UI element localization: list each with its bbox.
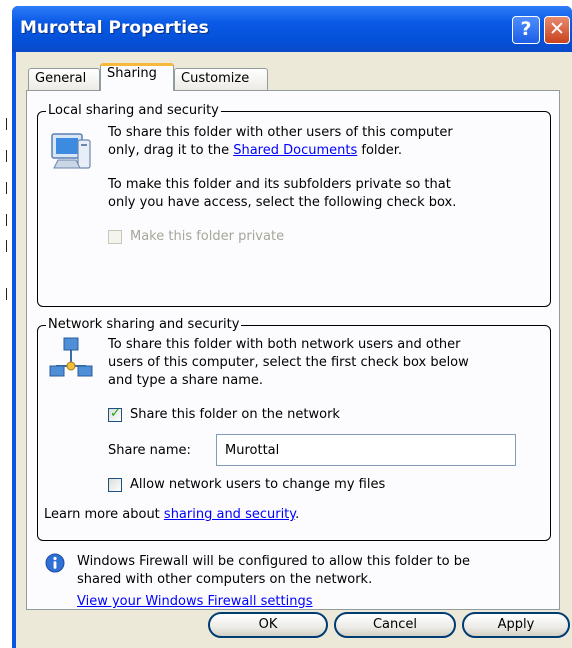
local-sharing-group: Local sharing and security To share this… — [37, 103, 551, 307]
dialog-client-area: General Sharing Customize Local sharing … — [16, 52, 572, 648]
window-title: Murottal Properties — [20, 18, 209, 38]
help-button[interactable]: ? — [512, 16, 540, 44]
learn-more-line: Learn more about sharing and security. — [44, 506, 299, 524]
shared-documents-link[interactable]: Shared Documents — [233, 143, 357, 158]
share-name-input[interactable] — [216, 434, 516, 466]
network-info-line3: and type a share name. — [108, 373, 264, 388]
cancel-button[interactable]: Cancel — [334, 612, 456, 638]
firewall-settings-link[interactable]: View your Windows Firewall settings — [77, 593, 313, 611]
local-info-line2-suffix: folder. — [361, 143, 403, 158]
local-sharing-legend: Local sharing and security — [46, 103, 221, 118]
network-icon — [49, 337, 93, 377]
local-info-line2: only, drag it to the Shared Documents fo… — [108, 142, 402, 160]
make-private-checkbox[interactable] — [108, 230, 122, 244]
private-info-line1: To make this folder and its subfolders p… — [108, 177, 451, 192]
sharing-security-link[interactable]: sharing and security — [164, 507, 295, 522]
learn-more-text: Learn more about — [44, 507, 160, 522]
network-sharing-legend: Network sharing and security — [46, 317, 242, 332]
ok-button[interactable]: OK — [208, 612, 328, 638]
local-info-line1: To share this folder with other users of… — [108, 125, 453, 140]
title-bar[interactable]: Murottal Properties ? ✕ — [12, 6, 572, 52]
network-sharing-group: Network sharing and security To share th… — [37, 317, 551, 541]
network-info-line1: To share this folder with both network u… — [108, 337, 461, 352]
sharing-tab-panel: Local sharing and security To share this… — [26, 90, 560, 610]
properties-window: Murottal Properties ? ✕ General Sharing … — [12, 6, 572, 648]
checkmark-icon: ✓ — [110, 406, 121, 421]
tab-general[interactable]: General — [28, 68, 100, 90]
share-on-network-checkbox[interactable]: ✓ — [108, 406, 122, 422]
info-icon — [45, 553, 65, 573]
share-name-label: Share name: — [108, 443, 191, 458]
share-on-network-label: Share this folder on the network — [130, 407, 340, 422]
local-info-line2-text: only, drag it to the — [108, 143, 230, 158]
make-private-label: Make this folder private — [130, 229, 285, 244]
tab-customize[interactable]: Customize — [174, 68, 268, 90]
firewall-info-line2: shared with other computers on the netwo… — [77, 572, 373, 587]
allow-change-label: Allow network users to change my files — [130, 477, 386, 492]
close-button[interactable]: ✕ — [544, 16, 570, 44]
firewall-info-line1: Windows Firewall will be configured to a… — [77, 554, 471, 569]
network-info-line2: users of this computer, select the first… — [108, 355, 469, 370]
tab-sharing[interactable]: Sharing — [100, 63, 174, 91]
allow-change-checkbox[interactable] — [108, 478, 122, 492]
left-edge-marks — [0, 0, 12, 648]
learn-more-suffix: . — [295, 507, 300, 522]
apply-button[interactable]: Apply — [462, 612, 570, 638]
computer-icon — [51, 133, 91, 169]
private-info-line2: only you have access, select the followi… — [108, 195, 457, 210]
